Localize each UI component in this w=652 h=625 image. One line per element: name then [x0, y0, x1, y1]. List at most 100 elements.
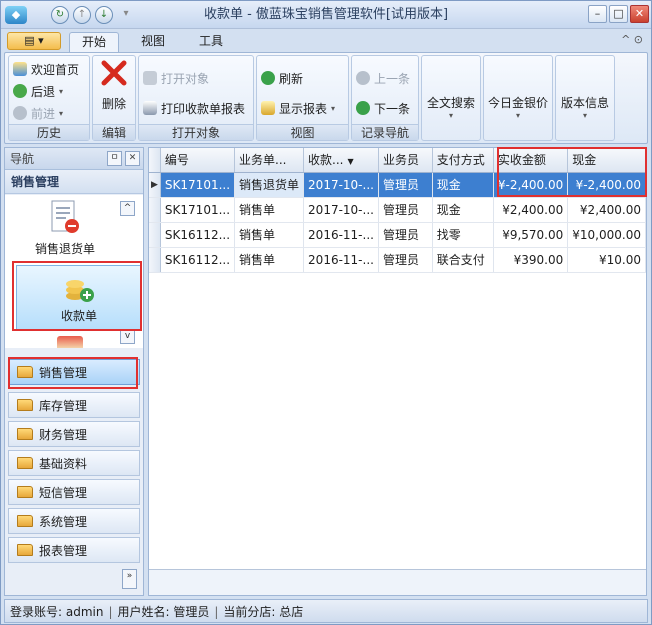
cell-payment-method[interactable]: 找零 [432, 222, 494, 248]
cell-number[interactable]: SK17101... [160, 172, 236, 198]
cell-salesperson[interactable]: 管理员 [378, 247, 433, 273]
prev-record-button[interactable]: 上一条 [356, 68, 410, 88]
print-report-button[interactable]: 打印收款单报表 [143, 98, 245, 118]
group-label: 记录导航 [352, 124, 418, 140]
column-header[interactable]: 支付方式 [432, 148, 494, 173]
close-button[interactable]: ✕ [630, 5, 649, 23]
search-button[interactable]: 全文搜索 ▾ [421, 55, 481, 141]
forward-button[interactable]: 前进 ▾ [13, 103, 63, 123]
show-report-button[interactable]: 显示报表 ▾ [261, 98, 335, 118]
table-row[interactable]: SK17101... 销售单 2017-10-... 管理员 现金 ¥2,400… [149, 197, 646, 223]
cell-date[interactable]: 2017-10-... [303, 197, 379, 223]
status-account: 登录账号: admin [10, 605, 104, 619]
nav-configure-icon[interactable]: » [122, 569, 137, 589]
close-icon[interactable]: ✕ [125, 151, 140, 166]
back-button[interactable]: 后退 ▾ [13, 81, 63, 101]
column-header[interactable]: 业务员 [378, 148, 433, 173]
table-row[interactable]: SK16112... 销售单 2016-11-... 管理员 找零 ¥9,570… [149, 222, 646, 248]
open-object-button[interactable]: 打开对象 [143, 68, 209, 88]
title-bar: ◆ ↻ ↑ ↓ ▾ 收款单 - 傲蓝珠宝销售管理软件[试用版本] – □ ✕ [1, 1, 651, 29]
cell-cash[interactable]: ¥2,400.00 [567, 197, 646, 223]
row-indicator-icon: ▶ [149, 172, 161, 198]
cell-payment-method[interactable]: 现金 [432, 197, 494, 223]
folder-icon [17, 515, 33, 527]
group-label: 历史 [9, 124, 89, 140]
status-separator: | [108, 605, 113, 619]
group-edit: 删除 编辑 [92, 55, 136, 141]
row-header-corner [149, 148, 161, 173]
tab-view[interactable]: 视图 [129, 32, 177, 52]
cell-number[interactable]: SK16112... [160, 247, 236, 273]
folder-icon [17, 399, 33, 411]
receipt-grid: 编号 业务单... 收款... ▼ 业务员 支付方式 实收金额 现金 ▶ SK17… [148, 147, 647, 596]
cell-date[interactable]: 2017-10-... [303, 172, 379, 198]
cell-doc-type[interactable]: 销售单 [234, 197, 305, 223]
gold-price-button[interactable]: 今日金银价 ▾ [483, 55, 553, 141]
group-record-nav: 上一条 下一条 记录导航 [351, 55, 419, 141]
version-info-button[interactable]: 版本信息 ▾ [555, 55, 615, 141]
category-sales[interactable]: 销售管理 [8, 359, 140, 385]
cell-salesperson[interactable]: 管理员 [378, 222, 433, 248]
chevron-down-icon: ▾ [448, 111, 453, 120]
minimize-button[interactable]: – [588, 5, 607, 23]
refresh-button[interactable]: 刷新 [261, 68, 303, 88]
printer-icon [143, 101, 157, 115]
cell-doc-type[interactable]: 销售单 [234, 247, 305, 273]
nav-section-title: 销售管理 [5, 170, 143, 194]
ribbon-tab-row: ▤ ▾ 开始 视图 工具 ^ ⊙ [1, 30, 651, 52]
table-row[interactable]: SK16112... 销售单 2016-11-... 管理员 联合支付 ¥390… [149, 247, 646, 273]
sort-desc-icon: ▼ [347, 157, 354, 167]
category-sms[interactable]: 短信管理 [8, 479, 140, 505]
receipt-table: 编号 业务单... 收款... ▼ 业务员 支付方式 实收金额 现金 ▶ SK17… [149, 148, 646, 273]
cell-doc-type[interactable]: 销售退货单 [234, 172, 305, 198]
nav-item-sales-return[interactable]: 销售退货单 [5, 199, 125, 257]
ribbon-collapse-icon[interactable]: ^ ⊙ [621, 33, 643, 46]
refresh-icon [261, 71, 275, 85]
status-branch: 当前分店: 总店 [223, 605, 304, 619]
category-basic-data[interactable]: 基础资料 [8, 450, 140, 476]
cell-received-amount[interactable]: ¥2,400.00 [493, 197, 569, 223]
column-header[interactable]: 现金 [567, 148, 646, 173]
column-header[interactable]: 编号 [160, 148, 236, 173]
table-row[interactable]: ▶ SK17101... 销售退货单 2017-10-... 管理员 现金 ¥-… [149, 172, 646, 198]
pin-icon[interactable]: ㅁ [107, 151, 122, 166]
next-record-button[interactable]: 下一条 [356, 98, 410, 118]
delete-button[interactable]: 删除 [98, 58, 130, 112]
chevron-down-icon[interactable]: v [120, 329, 135, 344]
window-title: 收款单 - 傲蓝珠宝销售管理软件[试用版本] [203, 7, 449, 22]
cell-doc-type[interactable]: 销售单 [234, 222, 305, 248]
column-header[interactable]: 业务单... [234, 148, 305, 173]
tab-start[interactable]: 开始 [69, 32, 120, 52]
cell-date[interactable]: 2016-11-... [303, 247, 379, 273]
cell-cash[interactable]: ¥10,000.00 [567, 222, 646, 248]
folder-icon [17, 544, 33, 556]
tab-tools[interactable]: 工具 [187, 32, 235, 52]
grid-footer [149, 569, 646, 595]
cell-received-amount[interactable]: ¥-2,400.00 [493, 172, 569, 198]
cell-payment-method[interactable]: 现金 [432, 172, 494, 198]
chevron-up-icon[interactable]: ^ [120, 201, 135, 216]
category-reports[interactable]: 报表管理 [8, 537, 140, 563]
folder-icon [17, 366, 33, 378]
cell-received-amount[interactable]: ¥390.00 [493, 247, 569, 273]
cell-salesperson[interactable]: 管理员 [378, 197, 433, 223]
category-inventory[interactable]: 库存管理 [8, 392, 140, 418]
column-header[interactable]: 实收金额 [493, 148, 569, 173]
cell-payment-method[interactable]: 联合支付 [432, 247, 494, 273]
application-menu-button[interactable]: ▤ ▾ [7, 32, 61, 50]
cell-number[interactable]: SK17101... [160, 197, 236, 223]
group-label: 编辑 [93, 124, 135, 140]
cell-number[interactable]: SK16112... [160, 222, 236, 248]
cell-cash[interactable]: ¥-2,400.00 [567, 172, 646, 198]
category-finance[interactable]: 财务管理 [8, 421, 140, 447]
home-button[interactable]: 欢迎首页 [13, 59, 79, 79]
cell-received-amount[interactable]: ¥9,570.00 [493, 222, 569, 248]
category-system[interactable]: 系统管理 [8, 508, 140, 534]
cell-salesperson[interactable]: 管理员 [378, 172, 433, 198]
cell-cash[interactable]: ¥10.00 [567, 247, 646, 273]
column-header[interactable]: 收款... ▼ [303, 148, 379, 173]
back-icon [13, 84, 27, 98]
cell-date[interactable]: 2016-11-... [303, 222, 379, 248]
nav-item-receipt[interactable]: 收款单 [16, 265, 142, 331]
maximize-button[interactable]: □ [609, 5, 628, 23]
